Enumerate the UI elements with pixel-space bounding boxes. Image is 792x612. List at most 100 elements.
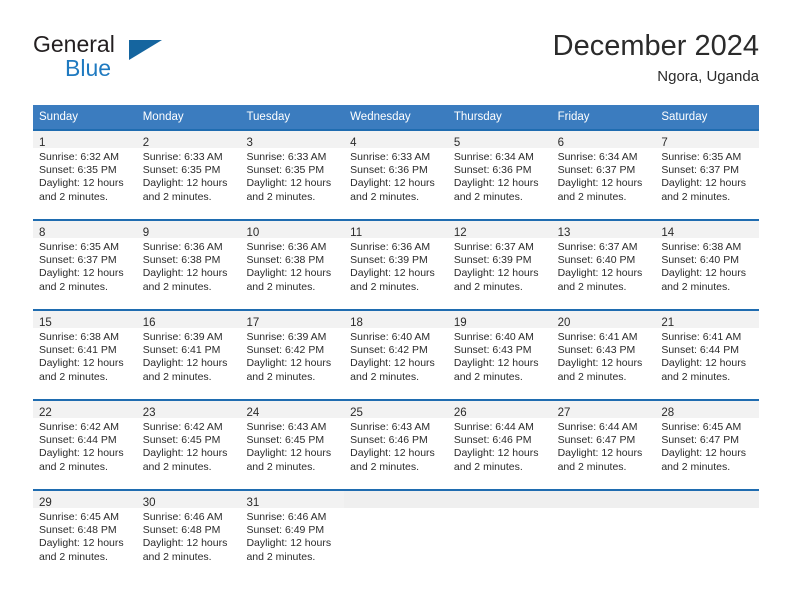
sunrise-time: Sunrise: 6:40 AM: [350, 331, 431, 343]
weekday-header-tuesday: Tuesday: [246, 111, 291, 123]
day-details: Sunrise: 6:46 AM Sunset: 6:49 PM Daylight:…: [240, 508, 344, 564]
day-details: Sunrise: 6:42 AM Sunset: 6:44 PM Daylight:…: [33, 418, 137, 474]
day-cell[interactable]: 4 Sunrise: 6:33 AM Sunset: 6:36 PM Daylight…: [344, 129, 448, 219]
day-cell[interactable]: 17 Sunrise: 6:39 AM Sunset: 6:42 PM Dayligh…: [240, 309, 345, 399]
day-cell[interactable]: 1 Sunrise: 6:32 AM Sunset: 6:35 PM Daylight…: [33, 129, 137, 219]
sunset-time: Sunset: 6:37 PM: [39, 254, 117, 267]
calendar-week-row: 1 Sunrise: 6:32 AM Sunset: 6:35 PM Daylight…: [33, 129, 760, 219]
general-blue-logo[interactable]: General Blue: [33, 32, 253, 92]
day-number-band: 18: [344, 311, 448, 329]
day-cell[interactable]: 19 Sunrise: 6:40 AM Sunset: 6:43 PM Dayligh…: [447, 309, 552, 399]
daylight-duration-line2: and 2 minutes.: [246, 460, 316, 473]
daylight-duration-line1: Daylight: 12 hours: [246, 267, 332, 280]
day-details: Sunrise: 6:34 AM Sunset: 6:36 PM Daylight:…: [448, 148, 552, 204]
day-number-band: 13: [551, 221, 656, 239]
day-number-band: 29: [33, 491, 137, 509]
day-cell[interactable]: 25 Sunrise: 6:43 AM Sunset: 6:46 PM Dayligh…: [344, 399, 448, 489]
sunset-time: Sunset: 6:41 PM: [39, 344, 117, 357]
sunset-time: Sunset: 6:47 PM: [557, 434, 636, 447]
sunset-time: Sunset: 6:36 PM: [350, 164, 428, 177]
day-cell[interactable]: 6 Sunrise: 6:34 AM Sunset: 6:37 PM Daylight…: [551, 129, 656, 219]
day-number: 28: [661, 407, 675, 419]
sunset-time: Sunset: 6:41 PM: [142, 344, 221, 357]
day-cell[interactable]: 8 Sunrise: 6:35 AM Sunset: 6:37 PM Daylight…: [33, 219, 137, 309]
day-cell[interactable]: 15 Sunrise: 6:38 AM Sunset: 6:41 PM Dayligh…: [33, 309, 137, 399]
day-number-band: 11: [344, 221, 448, 239]
day-number: 8: [39, 227, 46, 239]
day-cell[interactable]: 5 Sunrise: 6:34 AM Sunset: 6:36 PM Daylight…: [447, 129, 552, 219]
sunset-time: Sunset: 6:44 PM: [661, 344, 739, 357]
day-cell[interactable]: 20 Sunrise: 6:41 AM Sunset: 6:43 PM Dayligh…: [551, 309, 656, 399]
day-number-band: 16: [136, 311, 241, 329]
day-details: Sunrise: 6:45 AM Sunset: 6:48 PM Daylight:…: [33, 508, 137, 564]
sunset-time: Sunset: 6:39 PM: [350, 254, 428, 267]
day-cell[interactable]: 14 Sunrise: 6:38 AM Sunset: 6:40 PM Dayligh…: [655, 219, 760, 309]
day-cell[interactable]: 7 Sunrise: 6:35 AM Sunset: 6:37 PM Daylight…: [655, 129, 760, 219]
sunset-time: Sunset: 6:40 PM: [661, 254, 739, 267]
day-cell[interactable]: 10 Sunrise: 6:36 AM Sunset: 6:38 PM Dayligh…: [240, 219, 345, 309]
day-cell[interactable]: 27 Sunrise: 6:44 AM Sunset: 6:47 PM Dayligh…: [551, 399, 656, 489]
day-cell[interactable]: 2 Sunrise: 6:33 AM Sunset: 6:35 PM Daylight…: [136, 129, 241, 219]
day-number: 19: [453, 317, 467, 329]
day-cell[interactable]: 21 Sunrise: 6:41 AM Sunset: 6:44 PM Dayligh…: [655, 309, 760, 399]
daylight-duration-line1: Daylight: 12 hours: [453, 267, 539, 280]
day-number-band: 2: [136, 131, 241, 149]
day-cell[interactable]: 26 Sunrise: 6:44 AM Sunset: 6:46 PM Dayligh…: [447, 399, 552, 489]
day-number-band: 22: [33, 401, 137, 419]
calendar-weeks: 1 Sunrise: 6:32 AM Sunset: 6:35 PM Daylight…: [33, 129, 760, 579]
day-cell[interactable]: 9 Sunrise: 6:36 AM Sunset: 6:38 PM Daylight…: [136, 219, 241, 309]
day-number-band: 4: [344, 131, 448, 149]
day-cell[interactable]: 29 Sunrise: 6:45 AM Sunset: 6:48 PM Dayligh…: [33, 489, 137, 579]
day-cell[interactable]: 28 Sunrise: 6:45 AM Sunset: 6:47 PM Dayligh…: [655, 399, 760, 489]
daylight-duration-line2: and 2 minutes.: [350, 280, 420, 293]
sunset-time: Sunset: 6:40 PM: [557, 254, 636, 267]
day-details: Sunrise: 6:46 AM Sunset: 6:48 PM Daylight:…: [137, 508, 241, 564]
daylight-duration-line1: Daylight: 12 hours: [142, 177, 228, 190]
day-number: 2: [142, 137, 150, 149]
day-number-band: 8: [33, 221, 137, 239]
day-cell[interactable]: 16 Sunrise: 6:39 AM Sunset: 6:41 PM Dayligh…: [136, 309, 241, 399]
day-cell[interactable]: 13 Sunrise: 6:37 AM Sunset: 6:40 PM Dayligh…: [551, 219, 656, 309]
day-number: 4: [350, 137, 357, 149]
daylight-duration-line2: and 2 minutes.: [350, 370, 420, 383]
day-number-band: 1: [33, 131, 137, 149]
sunset-time: Sunset: 6:45 PM: [142, 434, 221, 447]
daylight-duration-line2: and 2 minutes.: [142, 370, 212, 383]
day-cell[interactable]: 3 Sunrise: 6:33 AM Sunset: 6:35 PM Daylight…: [240, 129, 345, 219]
day-details: [448, 508, 552, 511]
daylight-duration-line1: Daylight: 12 hours: [453, 177, 539, 190]
weekday-header-friday: Friday: [557, 111, 590, 123]
sunrise-time: Sunrise: 6:41 AM: [661, 331, 742, 343]
day-number-band: 5: [447, 131, 552, 149]
day-cell[interactable]: 12 Sunrise: 6:37 AM Sunset: 6:39 PM Dayligh…: [447, 219, 552, 309]
day-details: Sunrise: 6:35 AM Sunset: 6:37 PM Daylight:…: [655, 148, 759, 204]
day-number: 7: [661, 137, 668, 149]
day-cell[interactable]: 30 Sunrise: 6:46 AM Sunset: 6:48 PM Dayligh…: [136, 489, 241, 579]
daylight-duration-line2: and 2 minutes.: [453, 460, 523, 473]
day-number-band: 7: [655, 131, 760, 149]
sunset-time: Sunset: 6:48 PM: [39, 524, 117, 537]
day-cell[interactable]: 31 Sunrise: 6:46 AM Sunset: 6:49 PM Dayligh…: [240, 489, 345, 579]
day-number-band: 19: [447, 311, 552, 329]
calendar-week-row: 22 Sunrise: 6:42 AM Sunset: 6:44 PM Dayligh…: [33, 399, 760, 489]
day-cell[interactable]: 22 Sunrise: 6:42 AM Sunset: 6:44 PM Dayligh…: [33, 399, 137, 489]
day-details: Sunrise: 6:41 AM Sunset: 6:44 PM Daylight:…: [655, 328, 759, 384]
day-cell-empty: [655, 489, 760, 579]
sunset-time: Sunset: 6:43 PM: [557, 344, 636, 357]
daylight-duration-line2: and 2 minutes.: [142, 460, 212, 473]
day-details: Sunrise: 6:33 AM Sunset: 6:35 PM Daylight:…: [240, 148, 344, 204]
day-cell[interactable]: 24 Sunrise: 6:43 AM Sunset: 6:45 PM Dayligh…: [240, 399, 345, 489]
daylight-duration-line2: and 2 minutes.: [142, 550, 212, 563]
day-number-band: [344, 491, 448, 508]
calendar-week-row: 15 Sunrise: 6:38 AM Sunset: 6:41 PM Dayligh…: [33, 309, 760, 399]
triangle-flag-icon: [129, 40, 162, 60]
daylight-duration-line2: and 2 minutes.: [246, 280, 316, 293]
day-cell[interactable]: 11 Sunrise: 6:36 AM Sunset: 6:39 PM Dayligh…: [344, 219, 448, 309]
daylight-duration-line2: and 2 minutes.: [661, 280, 731, 293]
day-number-band: 26: [447, 401, 552, 419]
weekday-header-sunday: Sunday: [39, 111, 79, 123]
daylight-duration-line1: Daylight: 12 hours: [453, 447, 539, 460]
day-cell[interactable]: 23 Sunrise: 6:42 AM Sunset: 6:45 PM Dayligh…: [136, 399, 241, 489]
daylight-duration-line1: Daylight: 12 hours: [661, 177, 746, 190]
day-cell[interactable]: 18 Sunrise: 6:40 AM Sunset: 6:42 PM Dayligh…: [344, 309, 448, 399]
